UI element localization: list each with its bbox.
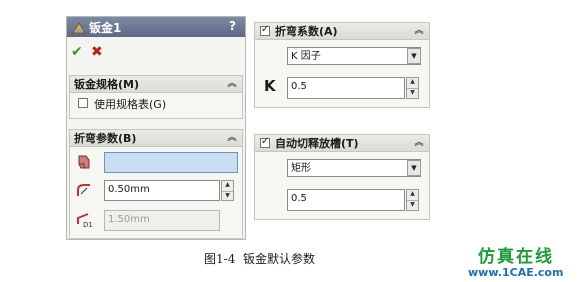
collapse-icon[interactable]: ︽ [227, 79, 237, 89]
sheet-metal-property-panel: 钣金1 ? ✔ ✖ 钣金规格(M) ︽ 使用规格表(G) 折弯参数(B) ︽ 0.5… [66, 16, 246, 240]
auto-relief-group: 自动切释放槽(T) ︽ 矩形 ▼ 0.5 ▲▼ [254, 134, 430, 220]
panel-title: 钣金1 [89, 21, 122, 35]
brand-name: 仿真在线 [478, 247, 554, 267]
fixed-face-field[interactable] [104, 152, 238, 173]
collapse-icon[interactable]: ︽ [227, 133, 237, 143]
relief-type-select[interactable]: 矩形 [287, 159, 421, 177]
collapse-icon[interactable]: ︽ [414, 138, 424, 148]
bend-allowance-title: 折弯系数(A) ︽ [255, 23, 429, 40]
gauge-group-title-text: 钣金规格(M) [74, 78, 140, 91]
use-gauge-table-checkbox[interactable] [78, 98, 88, 108]
right-options-panel: 折弯系数(A) ︽ K 因子 ▼ K 0.5 ▲▼ 自动切释放槽(T) ︽ 矩形 ▼… [252, 20, 432, 222]
ok-button[interactable]: ✔ [71, 44, 83, 60]
auto-relief-title-text: 自动切释放槽(T) [275, 137, 359, 150]
use-gauge-table-label: 使用规格表(G) [94, 98, 167, 111]
collapse-icon[interactable]: ︽ [414, 26, 424, 36]
bend-radius-spinner[interactable]: ▲ ▼ [221, 180, 234, 201]
bend-parameters-group: 折弯参数(B) ︽ 0.50mm ▲ ▼ D1 1.50mm [69, 129, 243, 239]
thickness-icon: D1 [76, 212, 94, 232]
gauge-group-title: 钣金规格(M) ︽ [70, 76, 242, 93]
bend-radius-input[interactable]: 0.50mm [104, 180, 220, 201]
chevron-down-icon[interactable]: ▼ [407, 48, 421, 64]
bend-allowance-title-text: 折弯系数(A) [275, 25, 338, 38]
sheet-metal-feature-icon [72, 20, 86, 34]
help-icon[interactable]: ? [229, 19, 236, 33]
panel-header: 钣金1 ? [67, 17, 245, 37]
relief-ratio-spinner[interactable]: ▲ ▼ [406, 189, 419, 211]
k-factor-spinner[interactable]: ▲ ▼ [406, 77, 419, 99]
fixed-face-icon [76, 154, 92, 174]
figure-caption: 图1-4 钣金默认参数 [204, 252, 315, 266]
bend-radius-icon [76, 182, 92, 202]
bend-params-title-text: 折弯参数(B) [74, 132, 137, 145]
relief-ratio-input[interactable]: 0.5 [287, 189, 405, 211]
chevron-down-icon[interactable]: ▼ [407, 160, 421, 176]
gauge-group: 钣金规格(M) ︽ 使用规格表(G) [69, 75, 243, 119]
svg-text:D1: D1 [83, 221, 93, 228]
bend-params-title: 折弯参数(B) ︽ [70, 130, 242, 147]
thickness-input: 1.50mm [104, 210, 220, 231]
auto-relief-checkbox[interactable] [260, 136, 270, 148]
k-factor-input[interactable]: 0.5 [287, 77, 405, 99]
brand-url: www.1CAE.com [468, 266, 564, 279]
k-factor-label: K [264, 77, 276, 95]
bend-allowance-checkbox[interactable] [260, 24, 270, 36]
bend-allowance-group: 折弯系数(A) ︽ K 因子 ▼ K 0.5 ▲▼ [254, 22, 430, 108]
cancel-button[interactable]: ✖ [91, 44, 103, 60]
bend-allowance-type-select[interactable]: K 因子 [287, 47, 421, 65]
auto-relief-title: 自动切释放槽(T) ︽ [255, 135, 429, 152]
